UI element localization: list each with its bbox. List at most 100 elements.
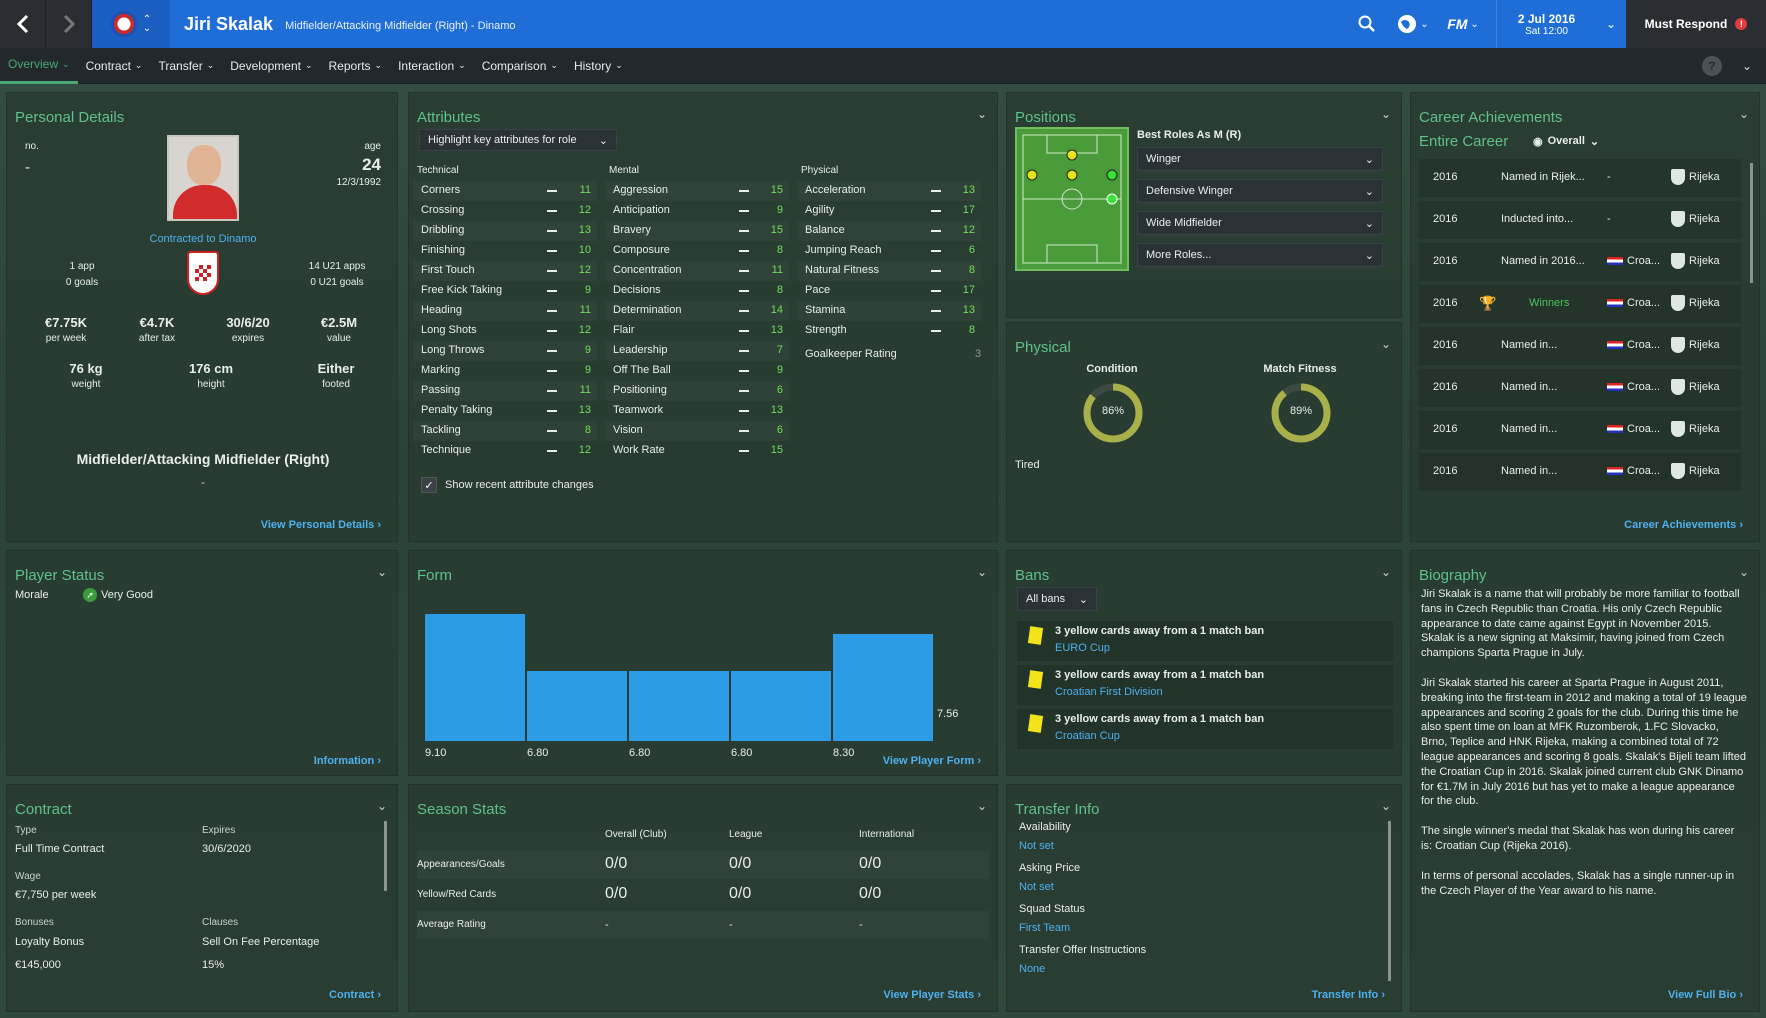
world-button[interactable]: ⌄ xyxy=(1388,0,1438,48)
attr-row[interactable]: Work Rate 15 xyxy=(605,441,789,461)
tab-history[interactable]: History ⌄ xyxy=(566,48,631,84)
transfer-info-link[interactable]: Transfer Info › xyxy=(1312,989,1385,1001)
information-link[interactable]: Information › xyxy=(314,755,381,767)
tab-overview[interactable]: Overview ⌄ xyxy=(0,48,78,84)
menu-chevron-icon[interactable]: ⌄ xyxy=(1742,59,1752,73)
role-dropdown[interactable]: Wide Midfielder ⌄ xyxy=(1137,211,1383,235)
show-changes-checkbox[interactable]: ✓ xyxy=(421,477,437,493)
attr-row[interactable]: Concentration 11 xyxy=(605,261,789,281)
tab-transfer[interactable]: Transfer ⌄ xyxy=(150,48,222,84)
forward-button[interactable] xyxy=(46,0,92,48)
attr-row[interactable]: Off The Ball 9 xyxy=(605,361,789,381)
form-bar[interactable] xyxy=(425,613,525,741)
attr-row[interactable]: Anticipation 9 xyxy=(605,201,789,221)
view-personal-details-link[interactable]: View Personal Details › xyxy=(261,519,381,531)
career-achievements-link[interactable]: Career Achievements › xyxy=(1624,519,1743,531)
attr-row[interactable]: Teamwork 13 xyxy=(605,401,789,421)
chevron-down-icon[interactable]: ⌄ xyxy=(377,799,387,813)
attr-row[interactable]: Composure 8 xyxy=(605,241,789,261)
bans-filter-dropdown[interactable]: All bans ⌄ xyxy=(1017,587,1097,611)
career-row[interactable]: 2016 Named in... Croa... Rijeka xyxy=(1419,453,1741,491)
attr-row[interactable]: Aggression 15 xyxy=(605,181,789,201)
attr-row[interactable]: Determination 14 xyxy=(605,301,789,321)
help-button[interactable]: ? xyxy=(1701,55,1722,76)
attr-row[interactable]: Pace 17 xyxy=(797,281,981,301)
tab-reports[interactable]: Reports ⌄ xyxy=(321,48,391,84)
contracted-link[interactable]: Contracted to Dinamo xyxy=(7,233,399,245)
role-dropdown[interactable]: Defensive Winger ⌄ xyxy=(1137,179,1383,203)
career-row[interactable]: 2016 Named in Rijek... - Rijeka xyxy=(1419,159,1741,197)
transfer-value[interactable]: Not set xyxy=(1019,840,1054,852)
attr-row[interactable]: Positioning 6 xyxy=(605,381,789,401)
attr-row[interactable]: Flair 13 xyxy=(605,321,789,341)
career-row[interactable]: 2016 Named in... Croa... Rijeka xyxy=(1419,411,1741,449)
fm-menu-button[interactable]: FM ⌄ xyxy=(1438,0,1488,48)
form-bar[interactable] xyxy=(731,671,831,741)
form-bar[interactable] xyxy=(527,671,627,741)
career-row[interactable]: 2016 Named in... Croa... Rijeka xyxy=(1419,327,1741,365)
chevron-down-icon[interactable]: ⌄ xyxy=(1381,799,1391,813)
chevron-down-icon[interactable]: ⌄ xyxy=(977,565,987,579)
must-respond-button[interactable]: Must Respond ! xyxy=(1626,0,1766,48)
attr-row[interactable]: Long Shots 12 xyxy=(413,321,597,341)
chevron-down-icon[interactable]: ⌄ xyxy=(977,799,987,813)
transfer-value[interactable]: First Team xyxy=(1019,922,1070,934)
attr-row[interactable]: Tackling 8 xyxy=(413,421,597,441)
form-bar[interactable] xyxy=(629,671,729,741)
role-dropdown[interactable]: More Roles... ⌄ xyxy=(1137,243,1383,267)
attr-row[interactable]: Stamina 13 xyxy=(797,301,981,321)
ban-competition[interactable]: Croatian First Division xyxy=(1055,686,1163,698)
tab-interaction[interactable]: Interaction ⌄ xyxy=(390,48,474,84)
career-row[interactable]: 2016 Named in... Croa... Rijeka xyxy=(1419,369,1741,407)
attr-row[interactable]: Agility 17 xyxy=(797,201,981,221)
attr-row[interactable]: Free Kick Taking 9 xyxy=(413,281,597,301)
chevron-down-icon[interactable]: ⌄ xyxy=(1739,565,1749,579)
attr-row[interactable]: Dribbling 13 xyxy=(413,221,597,241)
career-row[interactable]: 2016 🏆 Winners Croa... Rijeka xyxy=(1419,285,1741,323)
transfer-value[interactable]: Not set xyxy=(1019,881,1054,893)
tab-development[interactable]: Development ⌄ xyxy=(222,48,320,84)
contract-link[interactable]: Contract › xyxy=(329,989,381,1001)
attr-row[interactable]: Strength 8 xyxy=(797,321,981,341)
calendar-dropdown[interactable]: ⌄ xyxy=(1596,0,1626,48)
role-dropdown[interactable]: Winger ⌄ xyxy=(1137,147,1383,171)
date-display[interactable]: 2 Jul 2016 Sat 12:00 xyxy=(1496,0,1596,48)
transfer-value[interactable]: None xyxy=(1019,963,1045,975)
tab-comparison[interactable]: Comparison ⌄ xyxy=(474,48,566,84)
attr-row[interactable]: Crossing 12 xyxy=(413,201,597,221)
attr-row[interactable]: Technique 12 xyxy=(413,441,597,461)
attr-row[interactable]: Heading 11 xyxy=(413,301,597,321)
attr-row[interactable]: Leadership 7 xyxy=(605,341,789,361)
chevron-down-icon[interactable]: ⌄ xyxy=(1381,107,1391,121)
attr-row[interactable]: Bravery 15 xyxy=(605,221,789,241)
chevron-down-icon[interactable]: ⌄ xyxy=(1381,337,1391,351)
chevron-down-icon[interactable]: ⌄ xyxy=(377,565,387,579)
view-player-form-link[interactable]: View Player Form › xyxy=(883,755,981,767)
tab-contract[interactable]: Contract ⌄ xyxy=(78,48,151,84)
form-bar[interactable] xyxy=(833,633,933,741)
chevron-down-icon[interactable]: ⌄ xyxy=(1739,107,1749,121)
ban-competition[interactable]: Croatian Cup xyxy=(1055,730,1120,742)
chevron-down-icon[interactable]: ⌄ xyxy=(977,107,987,121)
highlight-role-dropdown[interactable]: Highlight key attributes for role ⌄ xyxy=(419,129,617,151)
attr-row[interactable]: Corners 11 xyxy=(413,181,597,201)
attr-row[interactable]: Finishing 10 xyxy=(413,241,597,261)
ban-competition[interactable]: EURO Cup xyxy=(1055,642,1110,654)
attr-row[interactable]: Long Throws 9 xyxy=(413,341,597,361)
scrollbar[interactable] xyxy=(384,821,387,891)
attr-row[interactable]: Acceleration 13 xyxy=(797,181,981,201)
view-player-stats-link[interactable]: View Player Stats › xyxy=(883,989,981,1001)
attr-row[interactable]: Vision 6 xyxy=(605,421,789,441)
club-selector[interactable]: ⌃ ⌄ xyxy=(92,0,170,48)
back-button[interactable] xyxy=(0,0,46,48)
career-row[interactable]: 2016 Named in 2016... Croa... Rijeka xyxy=(1419,243,1741,281)
attr-row[interactable]: Passing 11 xyxy=(413,381,597,401)
attr-row[interactable]: Jumping Reach 6 xyxy=(797,241,981,261)
view-full-bio-link[interactable]: View Full Bio › xyxy=(1668,989,1743,1001)
attr-row[interactable]: First Touch 12 xyxy=(413,261,597,281)
attr-row[interactable]: Balance 12 xyxy=(797,221,981,241)
attr-row[interactable]: Marking 9 xyxy=(413,361,597,381)
career-row[interactable]: 2016 Inducted into... - Rijeka xyxy=(1419,201,1741,239)
search-button[interactable] xyxy=(1346,0,1388,48)
attr-row[interactable]: Penalty Taking 13 xyxy=(413,401,597,421)
